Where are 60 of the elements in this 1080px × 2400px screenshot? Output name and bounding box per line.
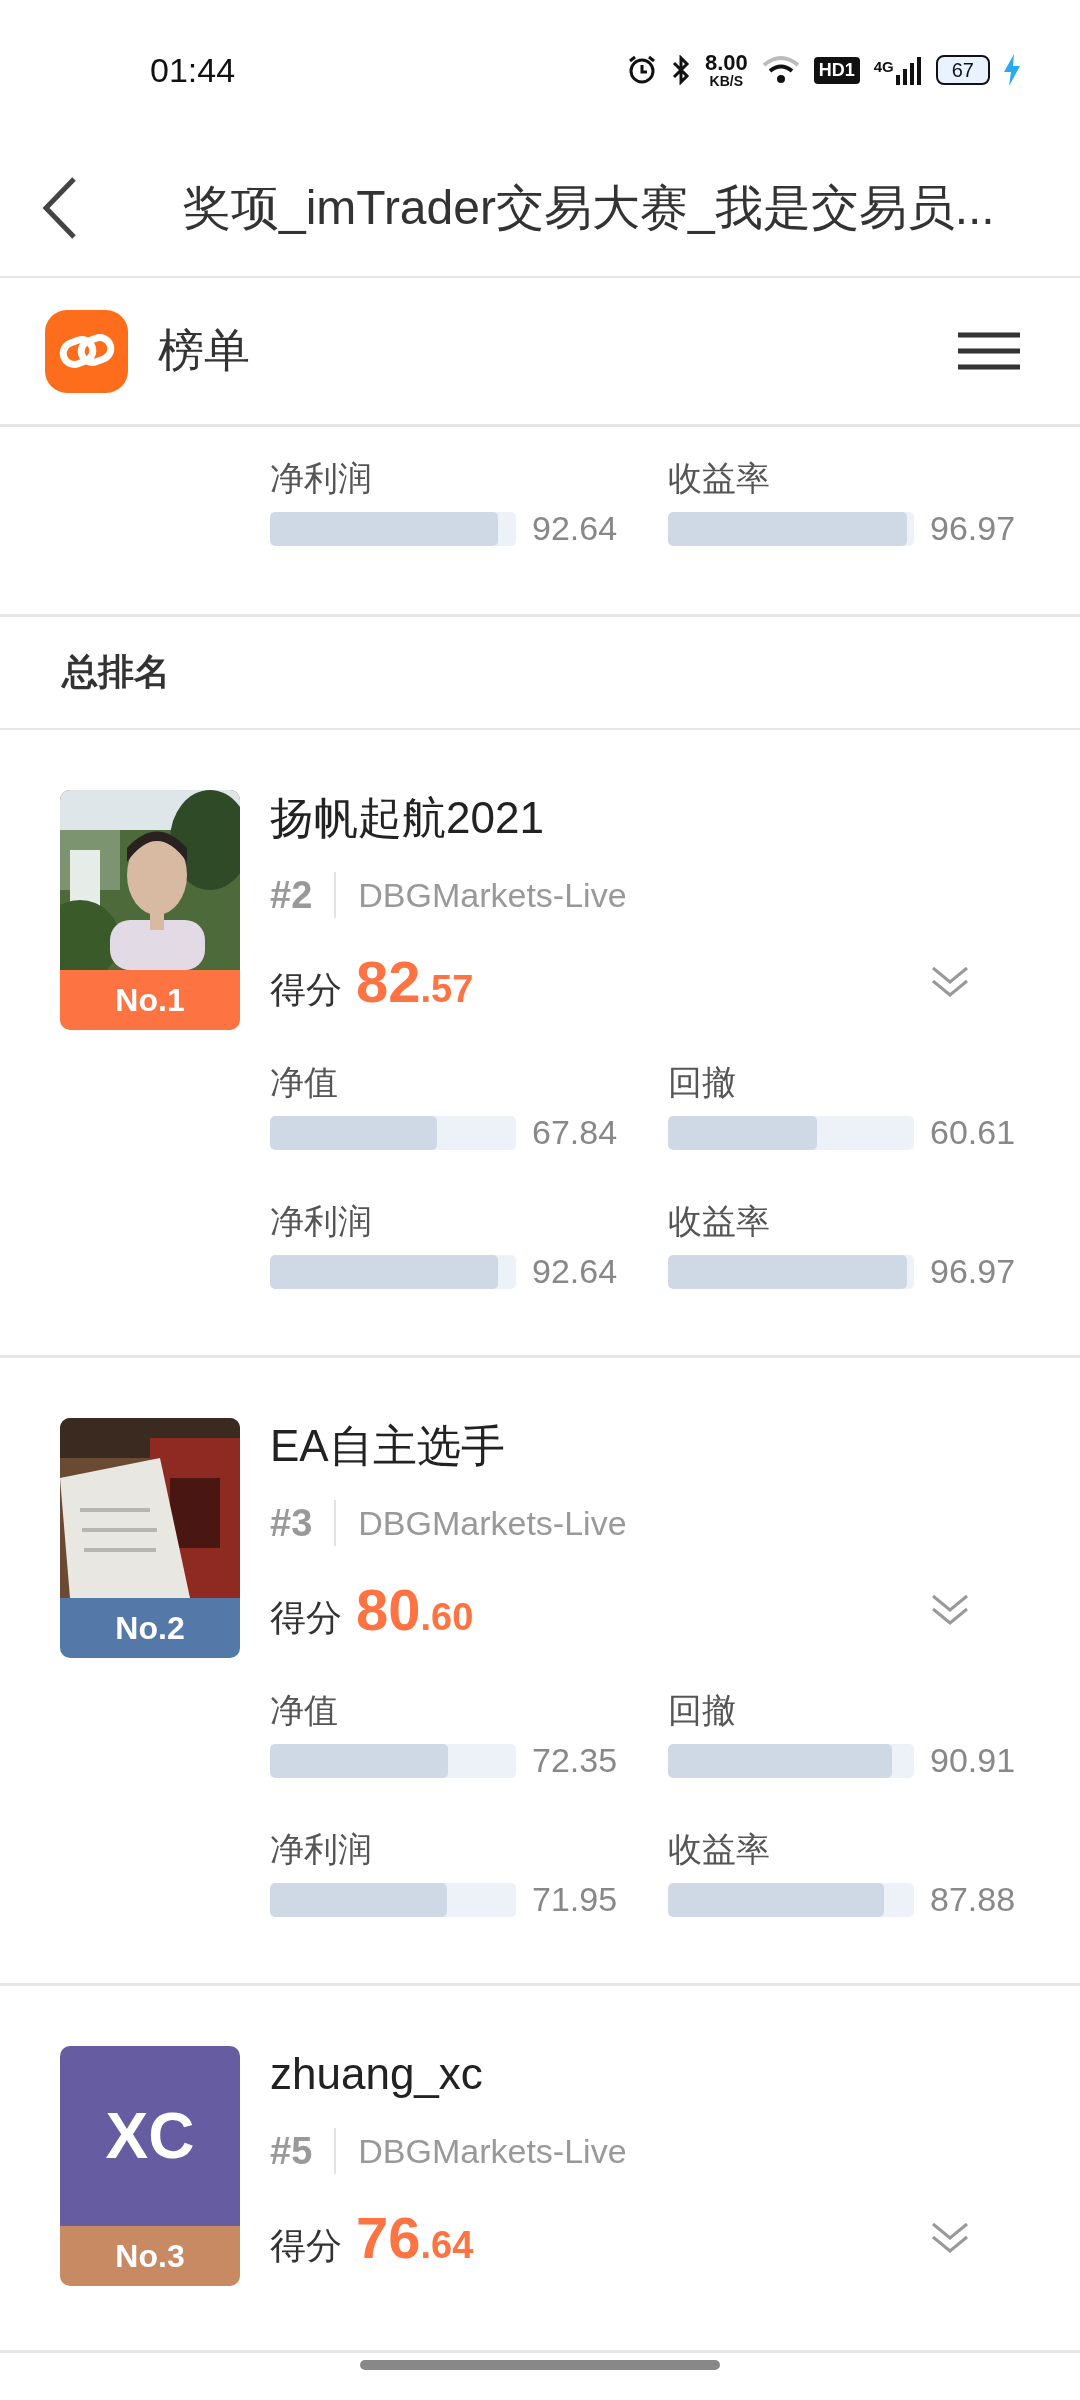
charging-icon <box>1004 54 1020 86</box>
expand-button[interactable] <box>930 2220 970 2255</box>
ranking-title: 总排名 <box>62 650 170 694</box>
metric-label: 回撤 <box>668 1690 737 1731</box>
page-title: 奖项_imTrader交易大赛_我是交易员... <box>183 180 995 236</box>
rank-number: #5 <box>270 2129 313 2173</box>
metric-value: 72.35 <box>532 1741 618 1780</box>
rank-badge: No.3 <box>60 2226 240 2286</box>
avatar-initials: XC <box>60 2046 240 2226</box>
server-name: DBGMarkets-Live <box>358 875 627 915</box>
metric-value: 96.97 <box>930 509 1016 548</box>
score-integer: 80 <box>356 1576 421 1643</box>
expand-button[interactable] <box>930 964 970 999</box>
metric-label: 收益率 <box>668 1201 771 1242</box>
metric-value: 71.95 <box>532 1880 618 1919</box>
metric-label: 收益率 <box>668 1829 771 1870</box>
menu-button[interactable] <box>958 331 1020 371</box>
metric-label: 净利润 <box>270 1829 373 1870</box>
metric-value: 92.64 <box>532 509 618 548</box>
metric-value: 90.91 <box>930 1741 1016 1780</box>
metric-label: 净利润 <box>270 1201 373 1242</box>
status-time: 01:44 <box>150 50 236 90</box>
rank-badge: No.2 <box>60 1598 240 1658</box>
score-decimal: .60 <box>420 1596 474 1639</box>
server-name: DBGMarkets-Live <box>358 1503 627 1543</box>
expand-button[interactable] <box>930 1592 970 1627</box>
wifi-icon <box>761 55 800 85</box>
metric-label: 收益率 <box>668 458 771 499</box>
hd-badge: HD1 <box>813 56 860 84</box>
network-speed: 8.00 <box>704 52 748 74</box>
speed-unit: KB/S <box>709 74 744 88</box>
score-decimal: .57 <box>420 968 474 1011</box>
metric-value: 87.88 <box>930 1880 1016 1919</box>
score-decimal: .64 <box>420 2224 474 2267</box>
rank-number: #2 <box>270 873 313 917</box>
score-integer: 82 <box>356 948 421 1015</box>
score-integer: 76 <box>356 2204 421 2271</box>
battery-level: 67 <box>935 55 990 85</box>
metric-label: 净值 <box>270 1690 339 1731</box>
metric-value: 92.64 <box>532 1252 618 1291</box>
network-type: 4G <box>873 58 894 75</box>
metric-label: 净利润 <box>270 458 373 499</box>
score-label: 得分 <box>270 1596 342 1640</box>
trader-name: zhuang_xc <box>270 2048 483 2100</box>
signal-icon <box>895 55 922 85</box>
trader-name: EA自主选手 <box>270 1420 505 1472</box>
server-name: DBGMarkets-Live <box>358 2131 627 2171</box>
metric-value: 67.84 <box>532 1113 618 1152</box>
score-label: 得分 <box>270 968 342 1012</box>
metric-value: 96.97 <box>930 1252 1016 1291</box>
metric-label: 净值 <box>270 1062 339 1103</box>
score-label: 得分 <box>270 2224 342 2268</box>
section-header-title: 榜单 <box>158 323 250 378</box>
alarm-icon <box>626 55 657 85</box>
bluetooth-icon <box>670 55 691 85</box>
trader-name: 扬帆起航2021 <box>270 792 544 844</box>
rank-number: #3 <box>270 1501 313 1545</box>
rank-badge: No.1 <box>60 970 240 1030</box>
metric-value: 60.61 <box>930 1113 1016 1152</box>
metric-label: 回撤 <box>668 1062 737 1103</box>
